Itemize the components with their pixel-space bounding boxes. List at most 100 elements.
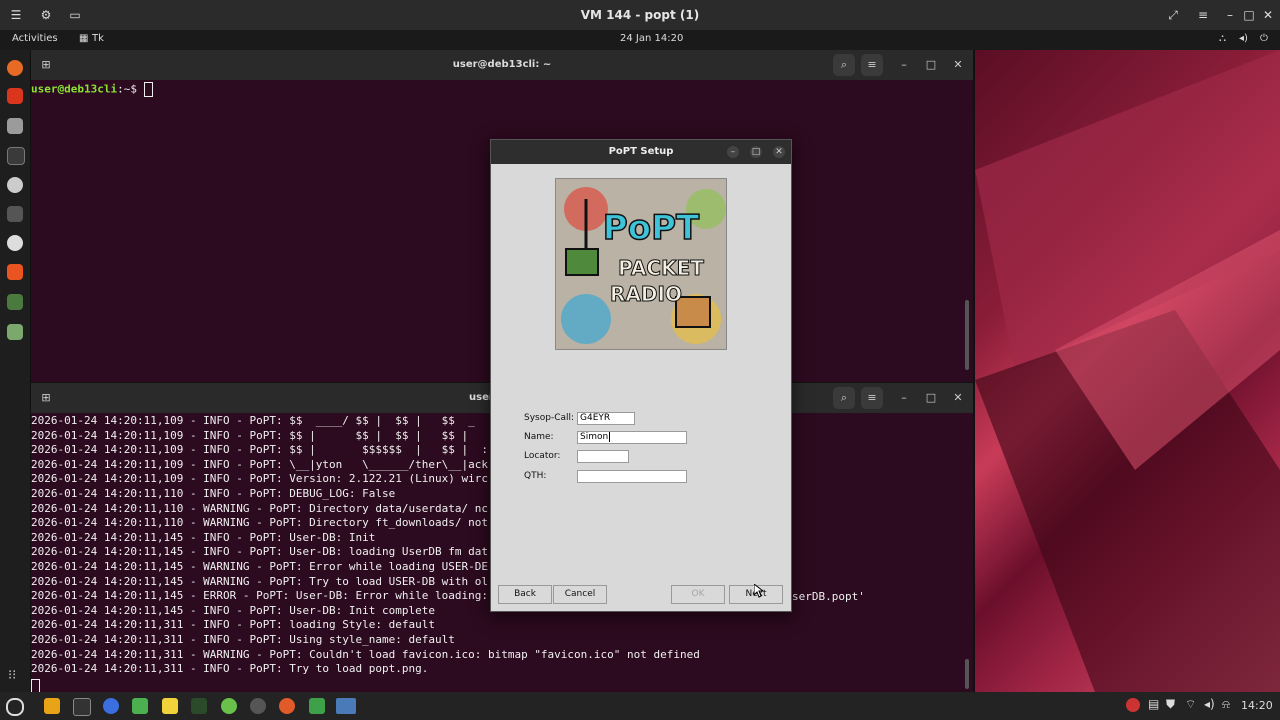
popt-setup-dialog: PoPT Setup – □ ✕ PoPT PACKET RADIO Sysop… <box>490 139 792 612</box>
taskbar: ▤ ⛊ ⌔ ◂) ⍾ 14:20 <box>0 692 1280 720</box>
network-icon[interactable]: ⛬ <box>1219 33 1226 44</box>
files-icon[interactable] <box>7 118 23 134</box>
logo-graphic: PoPT PACKET RADIO <box>556 179 726 349</box>
browser-icon[interactable] <box>279 698 295 714</box>
search-icon: ⌕ <box>840 58 848 71</box>
mint-menu-icon[interactable] <box>6 698 24 716</box>
cursor <box>143 82 153 97</box>
terminal-1-header: user@deb13cli: ~ ⊞ ⌕ ≡ – □ ✕ <box>31 50 973 80</box>
tk-app-icon: ▦ <box>79 33 89 44</box>
update-icon[interactable] <box>221 698 237 714</box>
search-icon: ⌕ <box>840 391 848 404</box>
wifi-icon[interactable]: ⌔ <box>1185 697 1196 712</box>
close-icon[interactable]: ✕ <box>951 58 965 72</box>
monitor-icon[interactable] <box>7 206 23 222</box>
brave-icon[interactable] <box>7 88 23 104</box>
new-tab-icon[interactable]: ⊞ <box>39 391 53 405</box>
qth-input[interactable] <box>577 470 687 483</box>
vm-settings-icon[interactable]: ⚙ <box>38 7 54 23</box>
popt-logo-image: PoPT PACKET RADIO <box>555 178 727 350</box>
dialog-titlebar: PoPT Setup – □ ✕ <box>491 140 791 164</box>
clipboard-icon[interactable]: ▤ <box>1148 697 1159 711</box>
system-monitor-icon[interactable] <box>191 698 207 714</box>
terminal-icon[interactable] <box>7 147 25 165</box>
popt-icon[interactable] <box>7 294 23 310</box>
graph-icon[interactable] <box>162 698 178 714</box>
menu-icon: ≡ <box>867 391 877 404</box>
volume-tray-icon[interactable]: ◂) <box>1204 697 1215 711</box>
log-line: 2026-01-24 14:20:11,311 - INFO - PoPT: l… <box>31 618 435 632</box>
vm-title: VM 144 - popt (1) <box>580 8 700 22</box>
vm-minimize-icon[interactable]: – <box>1222 7 1238 23</box>
terminal-1-prompt-line[interactable]: user@deb13cli:~$ <box>31 82 153 97</box>
mouse-pointer-icon <box>754 584 764 598</box>
dialog-minimize-icon[interactable]: – <box>727 146 739 158</box>
sysop-call-input[interactable]: G4EYR <box>577 412 635 425</box>
vm-close-icon[interactable]: ✕ <box>1260 7 1276 23</box>
dialog-close-icon[interactable]: ✕ <box>773 146 785 158</box>
back-button[interactable]: Back <box>498 585 552 604</box>
overflow-text: serDB.popt' <box>792 590 865 603</box>
cancel-button[interactable]: Cancel <box>553 585 607 604</box>
terminal-2-scrollbar[interactable] <box>965 659 969 689</box>
text-cursor <box>609 432 611 442</box>
hamburger-menu-icon[interactable]: ≡ <box>1195 7 1211 23</box>
name-input[interactable]: Simon <box>577 431 687 444</box>
logo-text-packet: PACKET <box>618 256 704 280</box>
maximize-icon[interactable]: □ <box>924 58 938 72</box>
prompt-user: user@deb13cli <box>31 82 118 96</box>
menu-icon: ≡ <box>867 58 877 71</box>
dialog-title: PoPT Setup <box>608 146 674 157</box>
cursor <box>31 679 40 693</box>
settings-taskbar-icon[interactable] <box>250 698 266 714</box>
ok-button[interactable]: OK <box>671 585 725 604</box>
vm-maximize-icon[interactable]: □ <box>1241 7 1257 23</box>
fullscreen-icon[interactable]: ⤢ <box>1165 7 1181 23</box>
vm-menu-icon[interactable]: ☰ <box>8 7 24 23</box>
terminal-taskbar-icon[interactable] <box>73 698 91 716</box>
vm-titlebar: VM 144 - popt (1) ☰ ⚙ ▭ ⤢ ≡ – □ ✕ <box>0 0 1280 30</box>
maximize-icon[interactable]: □ <box>924 391 938 405</box>
new-tab-icon[interactable]: ⊞ <box>39 58 53 72</box>
terminal-1-scrollbar[interactable] <box>965 300 969 370</box>
shield-tray-icon[interactable]: ⛊ <box>1166 697 1175 712</box>
name-value: Simon <box>580 432 609 442</box>
vm-display-icon[interactable]: ▭ <box>67 7 83 23</box>
volume-icon[interactable]: ◂) <box>1239 33 1248 44</box>
firefox-icon[interactable] <box>7 60 23 76</box>
desktop-wallpaper <box>975 50 1280 692</box>
locator-label: Locator: <box>524 451 561 461</box>
dock: ⁝⁝ <box>0 50 30 692</box>
gnome-clock[interactable]: 24 Jan 14:20 <box>620 33 683 44</box>
app-menu-label[interactable]: Tk <box>92 33 104 44</box>
file-manager-icon[interactable] <box>44 698 60 714</box>
qth-label: QTH: <box>524 471 547 481</box>
locator-input[interactable] <box>577 450 629 463</box>
trash-icon[interactable] <box>7 324 23 340</box>
software-icon[interactable] <box>7 235 23 251</box>
taskbar-clock[interactable]: 14:20 <box>1241 699 1273 712</box>
tray-alert-icon[interactable] <box>1126 698 1140 712</box>
name-label: Name: <box>524 432 554 442</box>
minimize-icon[interactable]: – <box>897 391 911 405</box>
close-icon[interactable]: ✕ <box>951 391 965 405</box>
prompt-suffix: :~$ <box>117 82 144 96</box>
power-icon[interactable]: ⏻ <box>1260 33 1268 44</box>
log-line: 2026-01-24 14:20:11,311 - INFO - PoPT: T… <box>31 662 429 676</box>
dialog-maximize-icon[interactable]: □ <box>750 146 762 158</box>
settings-icon[interactable] <box>7 177 23 193</box>
minimize-icon[interactable]: – <box>897 58 911 72</box>
shield-icon[interactable] <box>309 698 325 714</box>
log-line: 2026-01-24 14:20:11,311 - INFO - PoPT: U… <box>31 632 455 646</box>
package-icon[interactable] <box>132 698 148 714</box>
wallpaper-shapes <box>975 50 1280 692</box>
logo-text-radio: RADIO <box>610 282 682 306</box>
activities-button[interactable]: Activities <box>12 33 58 44</box>
sysop-call-label: Sysop-Call: <box>524 413 575 423</box>
show-apps-icon[interactable]: ⁝⁝ <box>8 668 16 683</box>
notification-icon[interactable]: ⍾ <box>1222 697 1230 712</box>
vm-window-icon[interactable] <box>336 698 356 714</box>
chat-icon[interactable] <box>103 698 119 714</box>
app-center-icon[interactable] <box>7 264 23 280</box>
logo-text-popt: PoPT <box>603 208 700 248</box>
